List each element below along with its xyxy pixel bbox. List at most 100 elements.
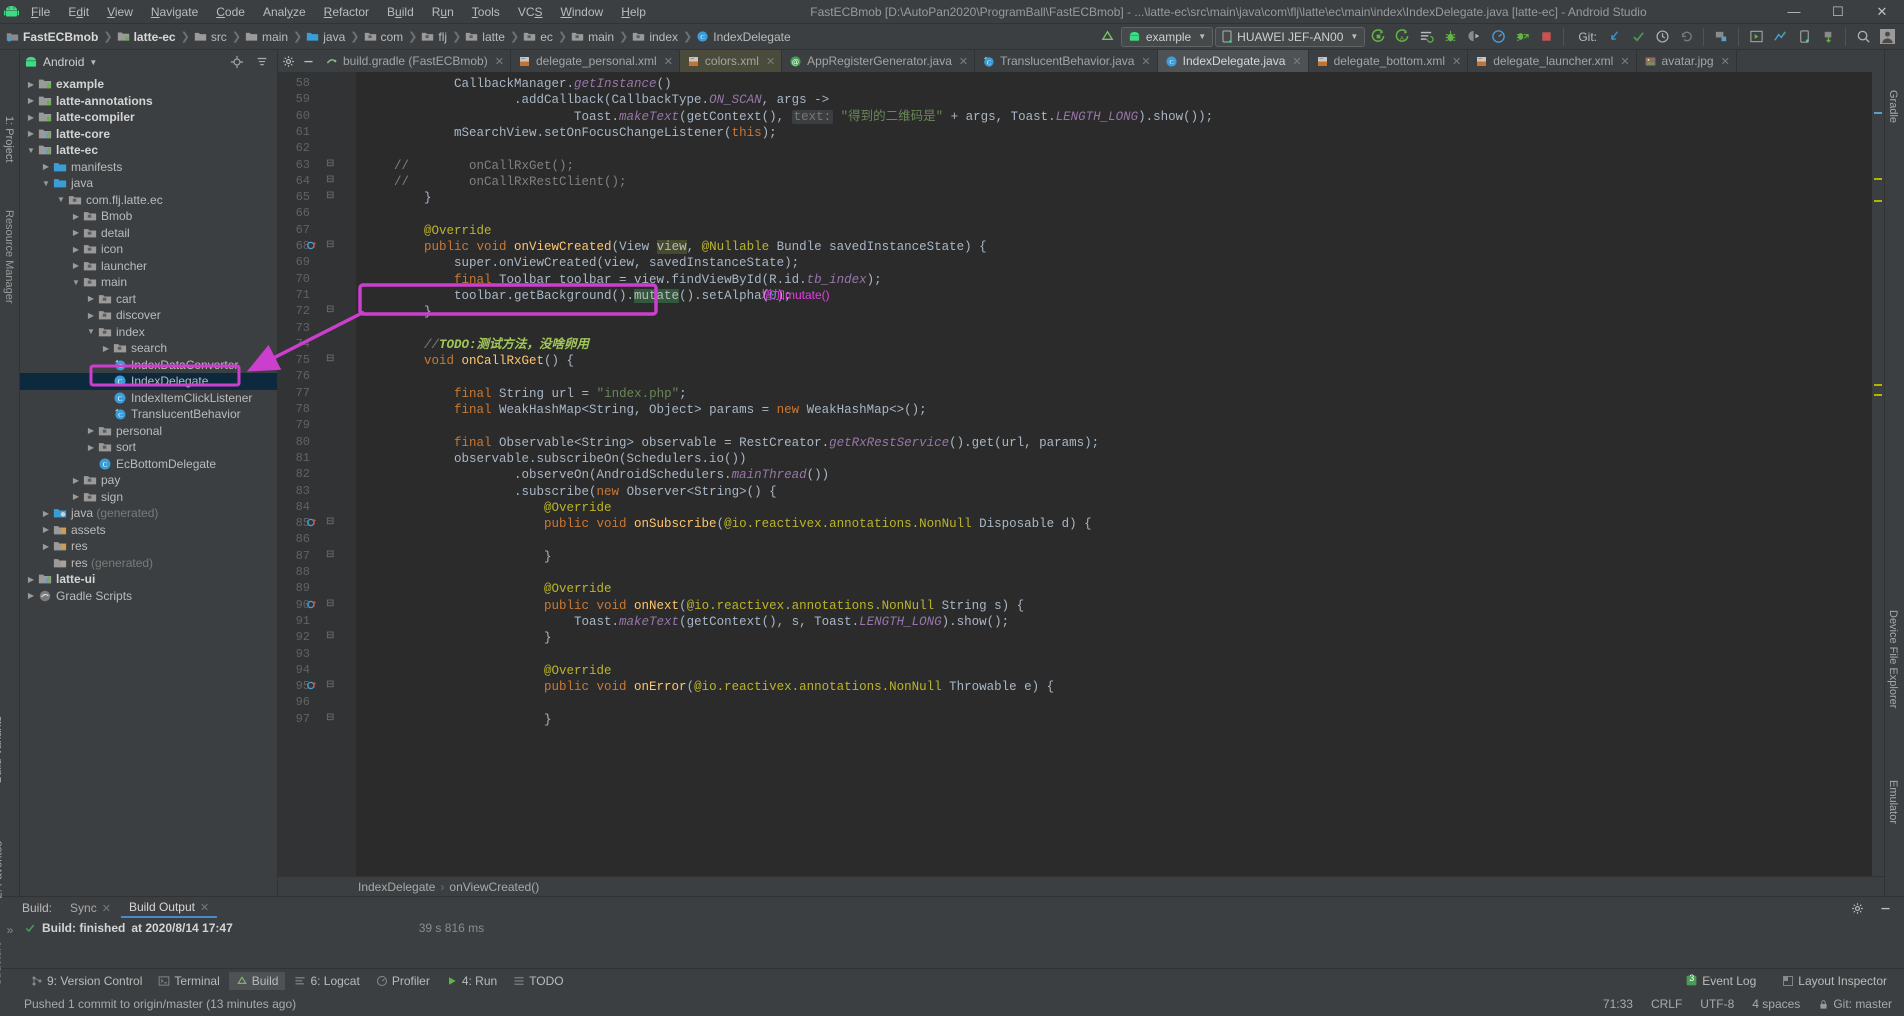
run-icon[interactable] [1367, 26, 1389, 48]
toolwindow-version-control[interactable]: 9: Version Control [24, 972, 149, 990]
breadcrumb-item-src[interactable]: src [192, 29, 230, 45]
tree-item-main[interactable]: ▼ main [20, 274, 277, 291]
code-line[interactable]: } [364, 190, 432, 206]
tree-item-assets[interactable]: ▶ assets [20, 522, 277, 539]
settings-gear-icon[interactable] [278, 50, 298, 72]
close-icon[interactable]: ✕ [1620, 55, 1629, 68]
tree-item-com-flj-latte-ec[interactable]: ▼ com.flj.latte.ec [20, 192, 277, 209]
menu-edit[interactable]: Edit [59, 3, 98, 21]
editor-tab-delegate-launcher-xml[interactable]: delegate_launcher.xml ✕ [1468, 50, 1637, 72]
git-update-icon[interactable] [1603, 26, 1625, 48]
chevron-right-icon[interactable]: ▶ [24, 591, 38, 600]
tab-sync[interactable]: Sync ✕ [62, 899, 119, 917]
code-line[interactable]: public void onSubscribe(@io.reactivex.an… [364, 516, 1092, 532]
close-icon[interactable]: ✕ [495, 55, 504, 68]
breadcrumb-item-flj[interactable]: flj [419, 29, 450, 45]
search-icon[interactable] [1852, 26, 1874, 48]
code-line[interactable]: final Toolbar toolbar = view.findViewByI… [364, 272, 882, 288]
close-icon[interactable]: ✕ [102, 903, 111, 915]
tree-item-latte-core[interactable]: ▶ latte-core [20, 126, 277, 143]
maximize-button[interactable]: ☐ [1816, 0, 1860, 24]
fold-toggle-icon[interactable]: ⊟ [326, 158, 334, 169]
tree-item-sign[interactable]: ▶ sign [20, 489, 277, 506]
breadcrumb-item-index[interactable]: index [630, 29, 681, 45]
run-configuration-selector[interactable]: example ▼ [1120, 26, 1214, 47]
code-line[interactable]: public void onViewCreated(View view, @Nu… [364, 239, 987, 255]
chevron-down-icon[interactable]: ▼ [24, 146, 38, 155]
code-line[interactable]: final WeakHashMap<String, Object> params… [364, 402, 927, 418]
breadcrumb-item-latte-ec[interactable]: latte-ec [115, 29, 179, 45]
stop-icon[interactable] [1535, 26, 1557, 48]
minimize-button[interactable]: — [1772, 0, 1816, 24]
avd-manager-icon[interactable] [1710, 26, 1732, 48]
tree-item-java[interactable]: ▼ java [20, 175, 277, 192]
close-icon[interactable]: ✕ [1452, 55, 1461, 68]
chevron-right-icon[interactable]: ▶ [24, 96, 38, 105]
code-line[interactable]: .subscribe(new Observer<String>() { [364, 484, 777, 500]
rail-item-favorites[interactable]: 2: Favorites [0, 841, 4, 898]
menu-tools[interactable]: Tools [463, 3, 509, 21]
minimize-icon[interactable] [1874, 897, 1896, 919]
editor-tab-translucentbehavior-java[interactable]: C TranslucentBehavior.java ✕ [975, 50, 1158, 72]
rail-item-build-variants[interactable]: Build Variants [0, 716, 4, 783]
rail-item-project[interactable]: 1: Project [3, 116, 15, 162]
chevron-right-icon[interactable]: ▶ [69, 476, 83, 485]
tree-item-icon[interactable]: ▶ icon [20, 241, 277, 258]
code-line[interactable]: //TODO:测试方法，没啥卵用 [364, 337, 589, 353]
toolwindow-profiler[interactable]: Profiler [369, 972, 437, 990]
fold-toggle-icon[interactable]: ⊟ [326, 549, 334, 560]
chevron-right-icon[interactable]: ▶ [84, 311, 98, 320]
tree-item-indexitemclicklistener[interactable]: C IndexItemClickListener [20, 390, 277, 407]
tree-item-indexdelegate[interactable]: C IndexDelegate [20, 373, 277, 390]
close-icon[interactable]: ✕ [959, 55, 968, 68]
debug-attach-icon[interactable]: A [1391, 26, 1413, 48]
chevron-right-icon[interactable]: ▶ [39, 162, 53, 171]
tree-item-personal[interactable]: ▶ personal [20, 423, 277, 440]
override-method-gutter-icon[interactable] [306, 680, 317, 695]
code-line[interactable]: CallbackManager.getInstance() [364, 76, 672, 92]
android-debug-icon[interactable] [1463, 26, 1485, 48]
override-method-gutter-icon[interactable] [306, 599, 317, 614]
locate-icon[interactable] [226, 51, 248, 73]
git-branch-widget[interactable]: Git: master [1818, 997, 1892, 1011]
tree-item-res[interactable]: res (generated) [20, 555, 277, 572]
make-project-icon[interactable] [1097, 26, 1119, 48]
fold-toggle-icon[interactable]: ⊟ [326, 174, 334, 185]
build-output-toggle[interactable]: » [0, 919, 20, 968]
git-commit-icon[interactable] [1627, 26, 1649, 48]
toolwindow-event-log[interactable]: 3 Event Log [1678, 972, 1763, 990]
indent-setting[interactable]: 4 spaces [1752, 997, 1800, 1011]
breadcrumb-class[interactable]: IndexDelegate [358, 880, 435, 894]
close-icon[interactable]: ✕ [200, 902, 209, 914]
gear-icon[interactable] [1846, 897, 1868, 919]
breadcrumb-item-ec[interactable]: ec [521, 29, 556, 45]
apply-changes-icon[interactable] [1415, 26, 1437, 48]
fold-toggle-icon[interactable]: ⊟ [326, 679, 334, 690]
tree-item-pay[interactable]: ▶ pay [20, 472, 277, 489]
layout-inspector-icon[interactable] [1769, 26, 1791, 48]
code-line[interactable]: .observeOn(AndroidSchedulers.mainThread(… [364, 467, 829, 483]
chevron-down-icon[interactable]: ▼ [69, 278, 83, 287]
toolwindow-layout-inspector[interactable]: Layout Inspector [1775, 972, 1894, 990]
chevron-right-icon[interactable]: ▶ [24, 80, 38, 89]
menu-view[interactable]: View [98, 3, 142, 21]
code-line[interactable]: public void onNext(@io.reactivex.annotat… [364, 598, 1024, 614]
tree-item-res[interactable]: ▶ res [20, 538, 277, 555]
chevron-down-icon[interactable]: ▼ [84, 327, 98, 336]
profiler-icon[interactable] [1487, 26, 1509, 48]
tree-item-latte-ui[interactable]: ▶ latte-ui [20, 571, 277, 588]
debug-icon[interactable] [1439, 26, 1461, 48]
override-method-gutter-icon[interactable] [306, 240, 317, 255]
menu-refactor[interactable]: Refactor [315, 3, 378, 21]
toolwindow-logcat[interactable]: 6: Logcat [287, 972, 366, 990]
tree-item-indexdataconverter[interactable]: C IndexDataConverter [20, 357, 277, 374]
toolwindow-build[interactable]: Build [228, 971, 286, 990]
project-view-selector-label[interactable]: Android [43, 55, 84, 69]
breadcrumb-item-com[interactable]: com [362, 29, 407, 45]
breadcrumb-method[interactable]: onViewCreated() [449, 880, 539, 894]
tree-item-sort[interactable]: ▶ sort [20, 439, 277, 456]
close-icon[interactable]: ✕ [1721, 55, 1730, 68]
close-button[interactable]: ✕ [1860, 0, 1904, 24]
editor-tab-delegate-bottom-xml[interactable]: delegate_bottom.xml ✕ [1309, 50, 1469, 72]
chevron-right-icon[interactable]: ▶ [69, 228, 83, 237]
